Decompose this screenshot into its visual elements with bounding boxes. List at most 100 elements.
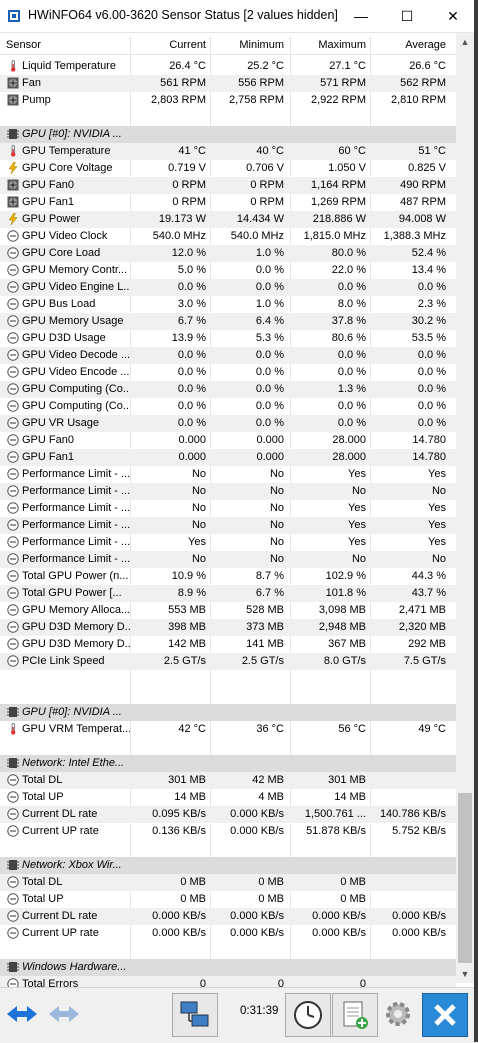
value-average: 0.000 KB/s [392,910,446,922]
value-minimum: 141 MB [246,638,284,650]
table-row[interactable]: GPU Fan0 0 RPM 0 RPM 1,164 RPM 490 RPM [0,177,456,194]
header-minimum[interactable]: Minimum [210,39,284,51]
table-row[interactable]: GPU Video Engine L... 0.0 % 0.0 % 0.0 % 0.0 … [0,279,456,296]
value-minimum: 6.4 % [255,315,284,327]
vertical-scrollbar[interactable]: ▲ ▼ [456,33,474,983]
header-average[interactable]: Average [370,39,446,51]
table-row[interactable]: GPU Video Decode ... 0.0 % 0.0 % 0.0 % 0.0 % [0,347,456,364]
table-row[interactable]: Total DL 0 MB 0 MB 0 MB [0,874,456,891]
settings-button[interactable] [378,993,418,1035]
table-row[interactable]: GPU Fan1 0 RPM 0 RPM 1,269 RPM 487 RPM [0,194,456,211]
table-row[interactable]: Fan 561 RPM 556 RPM 571 RPM 562 RPM [0,75,456,92]
header-sensor[interactable]: Sensor [6,39,41,51]
table-row[interactable]: GPU Computing (Co... 0.0 % 0.0 % 1.3 % 0.0 % [0,381,456,398]
table-row[interactable]: Performance Limit - ... No No No No [0,483,456,500]
table-row[interactable]: GPU Fan1 0.000 0.000 28.000 14.780 [0,449,456,466]
close-sensors-button[interactable] [422,993,468,1037]
table-row[interactable]: GPU D3D Memory D... 142 MB 141 MB 367 MB 292… [0,636,456,653]
gauge-icon [7,451,19,463]
table-row[interactable]: GPU Memory Alloca... 553 MB 528 MB 3,098 MB… [0,602,456,619]
scroll-down-arrow-icon[interactable]: ▼ [458,967,472,981]
chip-icon [7,706,19,718]
table-row[interactable]: GPU D3D Memory D... 398 MB 373 MB 2,948 MB 2… [0,619,456,636]
reset-timer-button[interactable] [285,993,331,1037]
table-row[interactable]: Performance Limit - ... Yes No Yes Yes [0,534,456,551]
sensor-group-header[interactable]: GPU [#0]: NVIDIA ... [0,704,456,721]
gauge-icon [7,468,19,480]
sensor-group-header[interactable]: Network: Intel Ethe... [0,755,456,772]
sensor-group-header[interactable]: GPU [#0]: NVIDIA ... [0,126,456,143]
header-maximum[interactable]: Maximum [290,39,366,51]
gauge-icon [7,281,19,293]
table-row[interactable]: Total DL 301 MB 42 MB 301 MB [0,772,456,789]
table-row[interactable]: GPU Fan0 0.000 0.000 28.000 14.780 [0,432,456,449]
value-average: 14.780 [412,434,446,446]
minimize-button[interactable]: — [338,0,384,32]
value-current: 0.000 KB/s [152,910,206,922]
sensor-name: GPU Video Encode ... [22,366,130,378]
value-maximum: No [351,485,366,497]
collapse-button[interactable] [44,993,84,1035]
table-row[interactable]: Total GPU Power [... 8.9 % 6.7 % 101.8 % 43.… [0,585,456,602]
gauge-icon [7,604,19,616]
value-minimum: 4 MB [258,791,284,803]
table-row[interactable]: Total UP 0 MB 0 MB 0 MB [0,891,456,908]
table-row[interactable]: GPU Video Clock 540.0 MHz 540.0 MHz 1,815.0… [0,228,456,245]
value-average: 7.5 GT/s [403,655,446,667]
table-row[interactable]: Pump 2,803 RPM 2,758 RPM 2,922 RPM 2,810 RPM [0,92,456,109]
table-row[interactable]: Performance Limit - ... No No Yes Yes [0,466,456,483]
table-row[interactable]: Current UP rate 0.136 KB/s 0.000 KB/s 51.87… [0,823,456,840]
table-row[interactable]: GPU Computing (Co... 0.0 % 0.0 % 0.0 % 0.0 % [0,398,456,415]
table-row[interactable]: GPU VRM Temperat... 42 °C 36 °C 56 °C 49 °C [0,721,456,738]
sensor-name: GPU Fan0 [22,434,74,446]
value-maximum: 1,500.761 ... [304,808,366,820]
table-row[interactable]: GPU Core Voltage 0.719 V 0.706 V 1.050 V 0.8… [0,160,456,177]
maximize-button[interactable]: ☐ [384,0,430,32]
scrollbar-thumb[interactable] [458,793,472,963]
table-row[interactable]: Total UP 14 MB 4 MB 14 MB [0,789,456,806]
value-current: 5.0 % [177,264,206,276]
sensor-name: Total GPU Power [... [22,587,122,599]
table-row[interactable]: GPU Video Encode ... 0.0 % 0.0 % 0.0 % 0.0 % [0,364,456,381]
header-current[interactable]: Current [132,39,206,51]
elapsed-time: 0:31:39 [240,1005,279,1017]
sensor-group-header[interactable]: Windows Hardware... [0,959,456,976]
table-row[interactable]: GPU Memory Usage 6.7 % 6.4 % 37.8 % 30.2 % [0,313,456,330]
network-button[interactable] [172,993,218,1037]
table-row[interactable]: Performance Limit - ... No No Yes Yes [0,517,456,534]
value-current: 6.7 % [177,315,206,327]
scroll-up-arrow-icon[interactable]: ▲ [458,35,472,49]
gauge-icon [7,536,19,548]
value-current: 540.0 MHz [152,230,206,242]
table-row[interactable]: GPU Memory Contr... 5.0 % 0.0 % 22.0 % 13.4 … [0,262,456,279]
table-row[interactable]: Performance Limit - ... No No Yes Yes [0,500,456,517]
table-row[interactable]: Performance Limit - ... No No No No [0,551,456,568]
value-average: 26.6 °C [409,60,446,72]
new-document-plus-icon [343,1001,368,1029]
close-window-button[interactable]: ✕ [430,0,476,32]
table-row[interactable]: GPU D3D Usage 13.9 % 5.3 % 80.6 % 53.5 % [0,330,456,347]
value-maximum: 14 MB [334,791,366,803]
table-row[interactable]: Liquid Temperature 26.4 °C 25.2 °C 27.1 °C 2… [0,58,456,75]
table-row[interactable]: Current DL rate 0.095 KB/s 0.000 KB/s 1,500… [0,806,456,823]
add-log-button[interactable] [332,993,378,1037]
gauge-icon [7,315,19,327]
value-minimum: 0.000 KB/s [230,910,284,922]
sensor-group-header[interactable]: Network: Xbox Wir... [0,857,456,874]
table-row[interactable]: Current UP rate 0.000 KB/s 0.000 KB/s 0.000… [0,925,456,942]
close-x-icon [434,1004,456,1026]
value-minimum: 0.000 [256,434,284,446]
value-current: 0.0 % [177,349,206,361]
table-row[interactable]: Total GPU Power (n... 10.9 % 8.7 % 102.9 % 4… [0,568,456,585]
table-row[interactable]: GPU Temperature 41 °C 40 °C 60 °C 51 °C [0,143,456,160]
table-row[interactable]: GPU Power 19.173 W 14.434 W 218.886 W 94.008… [0,211,456,228]
table-row[interactable]: GPU VR Usage 0.0 % 0.0 % 0.0 % 0.0 % [0,415,456,432]
table-row[interactable]: GPU Bus Load 3.0 % 1.0 % 8.0 % 2.3 % [0,296,456,313]
table-row[interactable]: Current DL rate 0.000 KB/s 0.000 KB/s 0.000… [0,908,456,925]
value-minimum: 0.000 [256,451,284,463]
spacer-row [0,738,456,755]
table-row[interactable]: PCIe Link Speed 2.5 GT/s 2.5 GT/s 8.0 GT/s 7… [0,653,456,670]
fan-icon [7,77,19,89]
switch-layout-button[interactable] [2,993,42,1035]
table-row[interactable]: GPU Core Load 12.0 % 1.0 % 80.0 % 52.4 % [0,245,456,262]
